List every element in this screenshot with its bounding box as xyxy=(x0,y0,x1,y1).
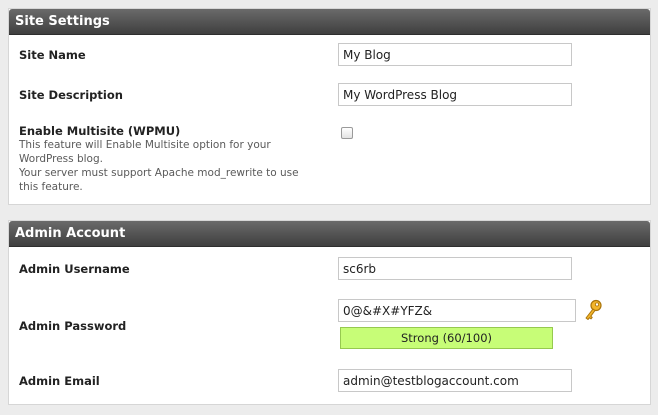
site-description-label: Site Description xyxy=(19,88,123,102)
multisite-help-1: This feature will Enable Multisite optio… xyxy=(19,139,271,165)
password-strength-meter: Strong (60/100) xyxy=(340,327,553,349)
site-settings-title: Site Settings xyxy=(15,14,110,29)
site-name-input[interactable] xyxy=(338,43,572,66)
key-icon[interactable] xyxy=(583,299,603,321)
multisite-help-2: Your server must support Apache mod_rewr… xyxy=(19,167,299,193)
multisite-checkbox[interactable] xyxy=(341,127,353,139)
multisite-label: Enable Multisite (WPMU) xyxy=(19,124,181,138)
admin-account-title: Admin Account xyxy=(15,226,126,241)
admin-username-input[interactable] xyxy=(338,257,572,280)
admin-password-label: Admin Password xyxy=(19,319,127,333)
site-name-label: Site Name xyxy=(19,48,86,62)
site-settings-panel: Site Settings Site Name Site Description… xyxy=(8,8,651,205)
admin-account-panel: Admin Account Admin Username Admin Passw… xyxy=(8,220,651,405)
site-settings-header: Site Settings xyxy=(9,9,650,35)
admin-password-input[interactable] xyxy=(338,299,576,322)
admin-account-header: Admin Account xyxy=(9,221,650,247)
admin-username-label: Admin Username xyxy=(19,262,130,276)
site-description-input[interactable] xyxy=(338,83,572,106)
admin-email-input[interactable] xyxy=(338,369,572,392)
admin-email-label: Admin Email xyxy=(19,374,100,388)
